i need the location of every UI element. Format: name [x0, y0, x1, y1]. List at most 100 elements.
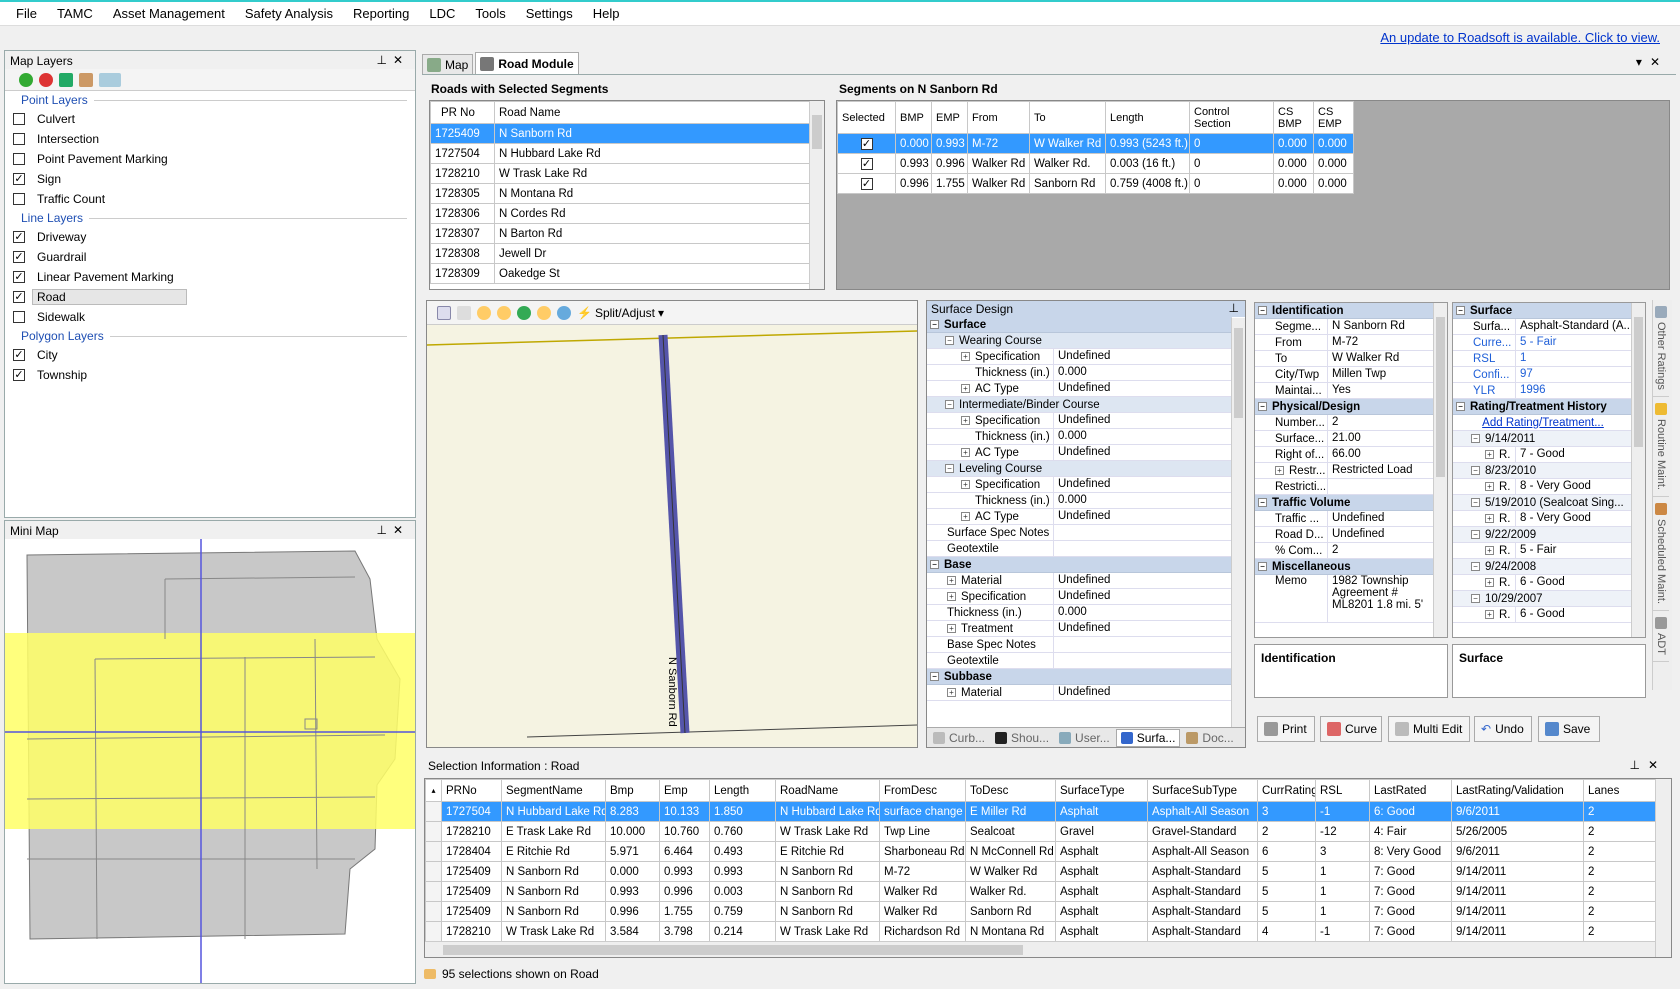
expand-icon[interactable]: +	[1485, 546, 1494, 555]
selection-row[interactable]: 1725409 N Sanborn Rd 0.996 1.755 0.759 N Sanb…	[425, 901, 1658, 922]
property-value[interactable]: 8 - Very Good	[1515, 511, 1633, 526]
layer-checkbox[interactable]: ✓	[13, 231, 25, 243]
road-row[interactable]: 1728309 Oakedge St	[430, 263, 811, 284]
layer-checkbox[interactable]: ✓	[13, 369, 25, 381]
property-row[interactable]: From M-72	[1255, 335, 1435, 351]
property-value[interactable]: 1	[1515, 351, 1633, 366]
property-row[interactable]: Add Rating/Treatment...	[1453, 415, 1633, 431]
property-row[interactable]: + AC Type Undefined	[927, 381, 1232, 397]
selection-row[interactable]: 1727504 N Hubbard Lake Rd 8.283 10.133 1.850…	[425, 801, 1658, 822]
segment-selected-cell[interactable]: ✓	[837, 153, 896, 174]
layer-checkbox[interactable]	[13, 113, 25, 125]
update-link[interactable]: An update to Roadsoft is available. Clic…	[1380, 30, 1660, 45]
zoom-extent-icon[interactable]	[557, 305, 571, 320]
expand-icon[interactable]: +	[1275, 466, 1284, 475]
segment-checkbox[interactable]: ✓	[860, 157, 873, 170]
property-row[interactable]: + Treatment Undefined	[927, 621, 1232, 637]
selection-vscrollbar[interactable]	[1655, 779, 1671, 957]
expand-icon[interactable]: +	[1485, 450, 1494, 459]
property-value[interactable]: Restricted Load	[1327, 463, 1435, 478]
property-row[interactable]: − Subbase	[927, 669, 1232, 685]
property-row[interactable]: + R. 6 - Good	[1453, 575, 1633, 591]
segments-col-header[interactable]: Control Section	[1189, 101, 1274, 134]
property-row[interactable]: Right of... 66.00	[1255, 447, 1435, 463]
selection-row[interactable]: 1725409 N Sanborn Rd 0.000 0.993 0.993 N Sanb…	[425, 861, 1658, 882]
layer-checkbox[interactable]	[13, 311, 25, 323]
property-row[interactable]: YLR 1996	[1453, 383, 1633, 399]
property-value[interactable]: 0.000	[1053, 429, 1232, 444]
property-row[interactable]: Road D... Undefined	[1255, 527, 1435, 543]
tab-user[interactable]: User...	[1055, 729, 1114, 747]
property-value[interactable]: 97	[1515, 367, 1633, 382]
selection-col-header[interactable]: Length	[709, 779, 776, 802]
property-row[interactable]: Geotextile	[927, 653, 1232, 669]
property-value[interactable]	[1053, 653, 1232, 668]
layer-item[interactable]: ✓ Township	[5, 365, 415, 385]
selection-col-header[interactable]: Emp	[659, 779, 710, 802]
property-row[interactable]: + Material Undefined	[927, 685, 1232, 701]
property-value[interactable]: Undefined	[1053, 621, 1232, 636]
add-layer-icon[interactable]	[19, 72, 33, 87]
side-tab[interactable]: ADT	[1653, 611, 1669, 662]
property-row[interactable]: + Restr... Restricted Load	[1255, 463, 1435, 479]
property-row[interactable]: + AC Type Undefined	[927, 445, 1232, 461]
property-value[interactable]: 6 - Good	[1515, 575, 1633, 590]
property-row[interactable]: − Leveling Course	[927, 461, 1232, 477]
collapse-icon[interactable]: −	[930, 672, 939, 681]
row-header[interactable]	[425, 841, 442, 862]
zoom-icon[interactable]	[477, 305, 491, 320]
pin-icon[interactable]: ⊥	[376, 523, 392, 537]
property-row[interactable]: + AC Type Undefined	[927, 509, 1232, 525]
selection-col-header[interactable]: RoadName	[775, 779, 880, 802]
property-value[interactable]: 0.000	[1053, 493, 1232, 508]
property-row[interactable]: + Specification Undefined	[927, 589, 1232, 605]
expand-icon[interactable]: +	[1485, 482, 1494, 491]
selection-hscrollbar[interactable]	[425, 941, 1655, 957]
property-row[interactable]: + R. 6 - Good	[1453, 607, 1633, 623]
menu-item-settings[interactable]: Settings	[516, 6, 583, 21]
expand-icon[interactable]: +	[961, 352, 970, 361]
property-row[interactable]: − Rating/Treatment History	[1453, 399, 1633, 415]
property-row[interactable]: + R. 7 - Good	[1453, 447, 1633, 463]
property-value[interactable]: 2	[1327, 415, 1435, 430]
segments-col-header[interactable]: CS BMP	[1273, 101, 1314, 134]
selection-row[interactable]: 1728210 E Trask Lake Rd 10.000 10.760 0.760 W…	[425, 821, 1658, 842]
segments-col-header[interactable]: To	[1029, 101, 1106, 134]
selection-col-header[interactable]: SurfaceSubType	[1147, 779, 1258, 802]
segments-col-header[interactable]: Selected	[837, 101, 896, 134]
layer-item[interactable]: ✓ Road	[5, 287, 415, 307]
segment-selected-cell[interactable]: ✓	[837, 133, 896, 154]
pin-icon[interactable]: ⊥	[1229, 301, 1239, 315]
tab-document[interactable]: Doc...	[1182, 729, 1237, 747]
surface-design-scrollbar[interactable]	[1231, 318, 1245, 728]
road-row[interactable]: 1728305 N Montana Rd	[430, 183, 811, 204]
property-value[interactable]: N Sanborn Rd	[1327, 319, 1435, 334]
row-header[interactable]	[425, 921, 442, 942]
selection-col-header[interactable]: PRNo	[441, 779, 502, 802]
property-value[interactable]: Undefined	[1053, 349, 1232, 364]
collapse-icon[interactable]: −	[1471, 530, 1480, 539]
undo-button[interactable]: ↶ Undo	[1474, 716, 1532, 742]
globe-icon[interactable]	[517, 305, 531, 320]
property-row[interactable]: Surface Spec Notes	[927, 525, 1232, 541]
pointer-icon[interactable]	[437, 305, 451, 320]
row-header[interactable]	[425, 861, 442, 882]
property-row[interactable]: Curre... 5 - Fair	[1453, 335, 1633, 351]
property-value[interactable]: W Walker Rd	[1327, 351, 1435, 366]
layer-checkbox[interactable]: ✓	[13, 271, 25, 283]
collapse-icon[interactable]: −	[945, 400, 954, 409]
property-row[interactable]: −9/22/2009	[1453, 527, 1633, 543]
menu-item-reporting[interactable]: Reporting	[343, 6, 419, 21]
property-row[interactable]: To W Walker Rd	[1255, 351, 1435, 367]
property-row[interactable]: Geotextile	[927, 541, 1232, 557]
tab-surface[interactable]: Surfa...	[1115, 728, 1181, 747]
expand-icon[interactable]: +	[947, 576, 956, 585]
property-row[interactable]: − Base	[927, 557, 1232, 573]
layer-checkbox[interactable]: ✓	[13, 173, 25, 185]
property-row[interactable]: −9/14/2011	[1453, 431, 1633, 447]
map-canvas[interactable]: N Sanborn Rd	[427, 325, 917, 747]
property-row[interactable]: Base Spec Notes	[927, 637, 1232, 653]
expand-icon[interactable]: +	[947, 592, 956, 601]
property-row[interactable]: Thickness (in.) 0.000	[927, 429, 1232, 445]
collapse-icon[interactable]: −	[930, 320, 939, 329]
